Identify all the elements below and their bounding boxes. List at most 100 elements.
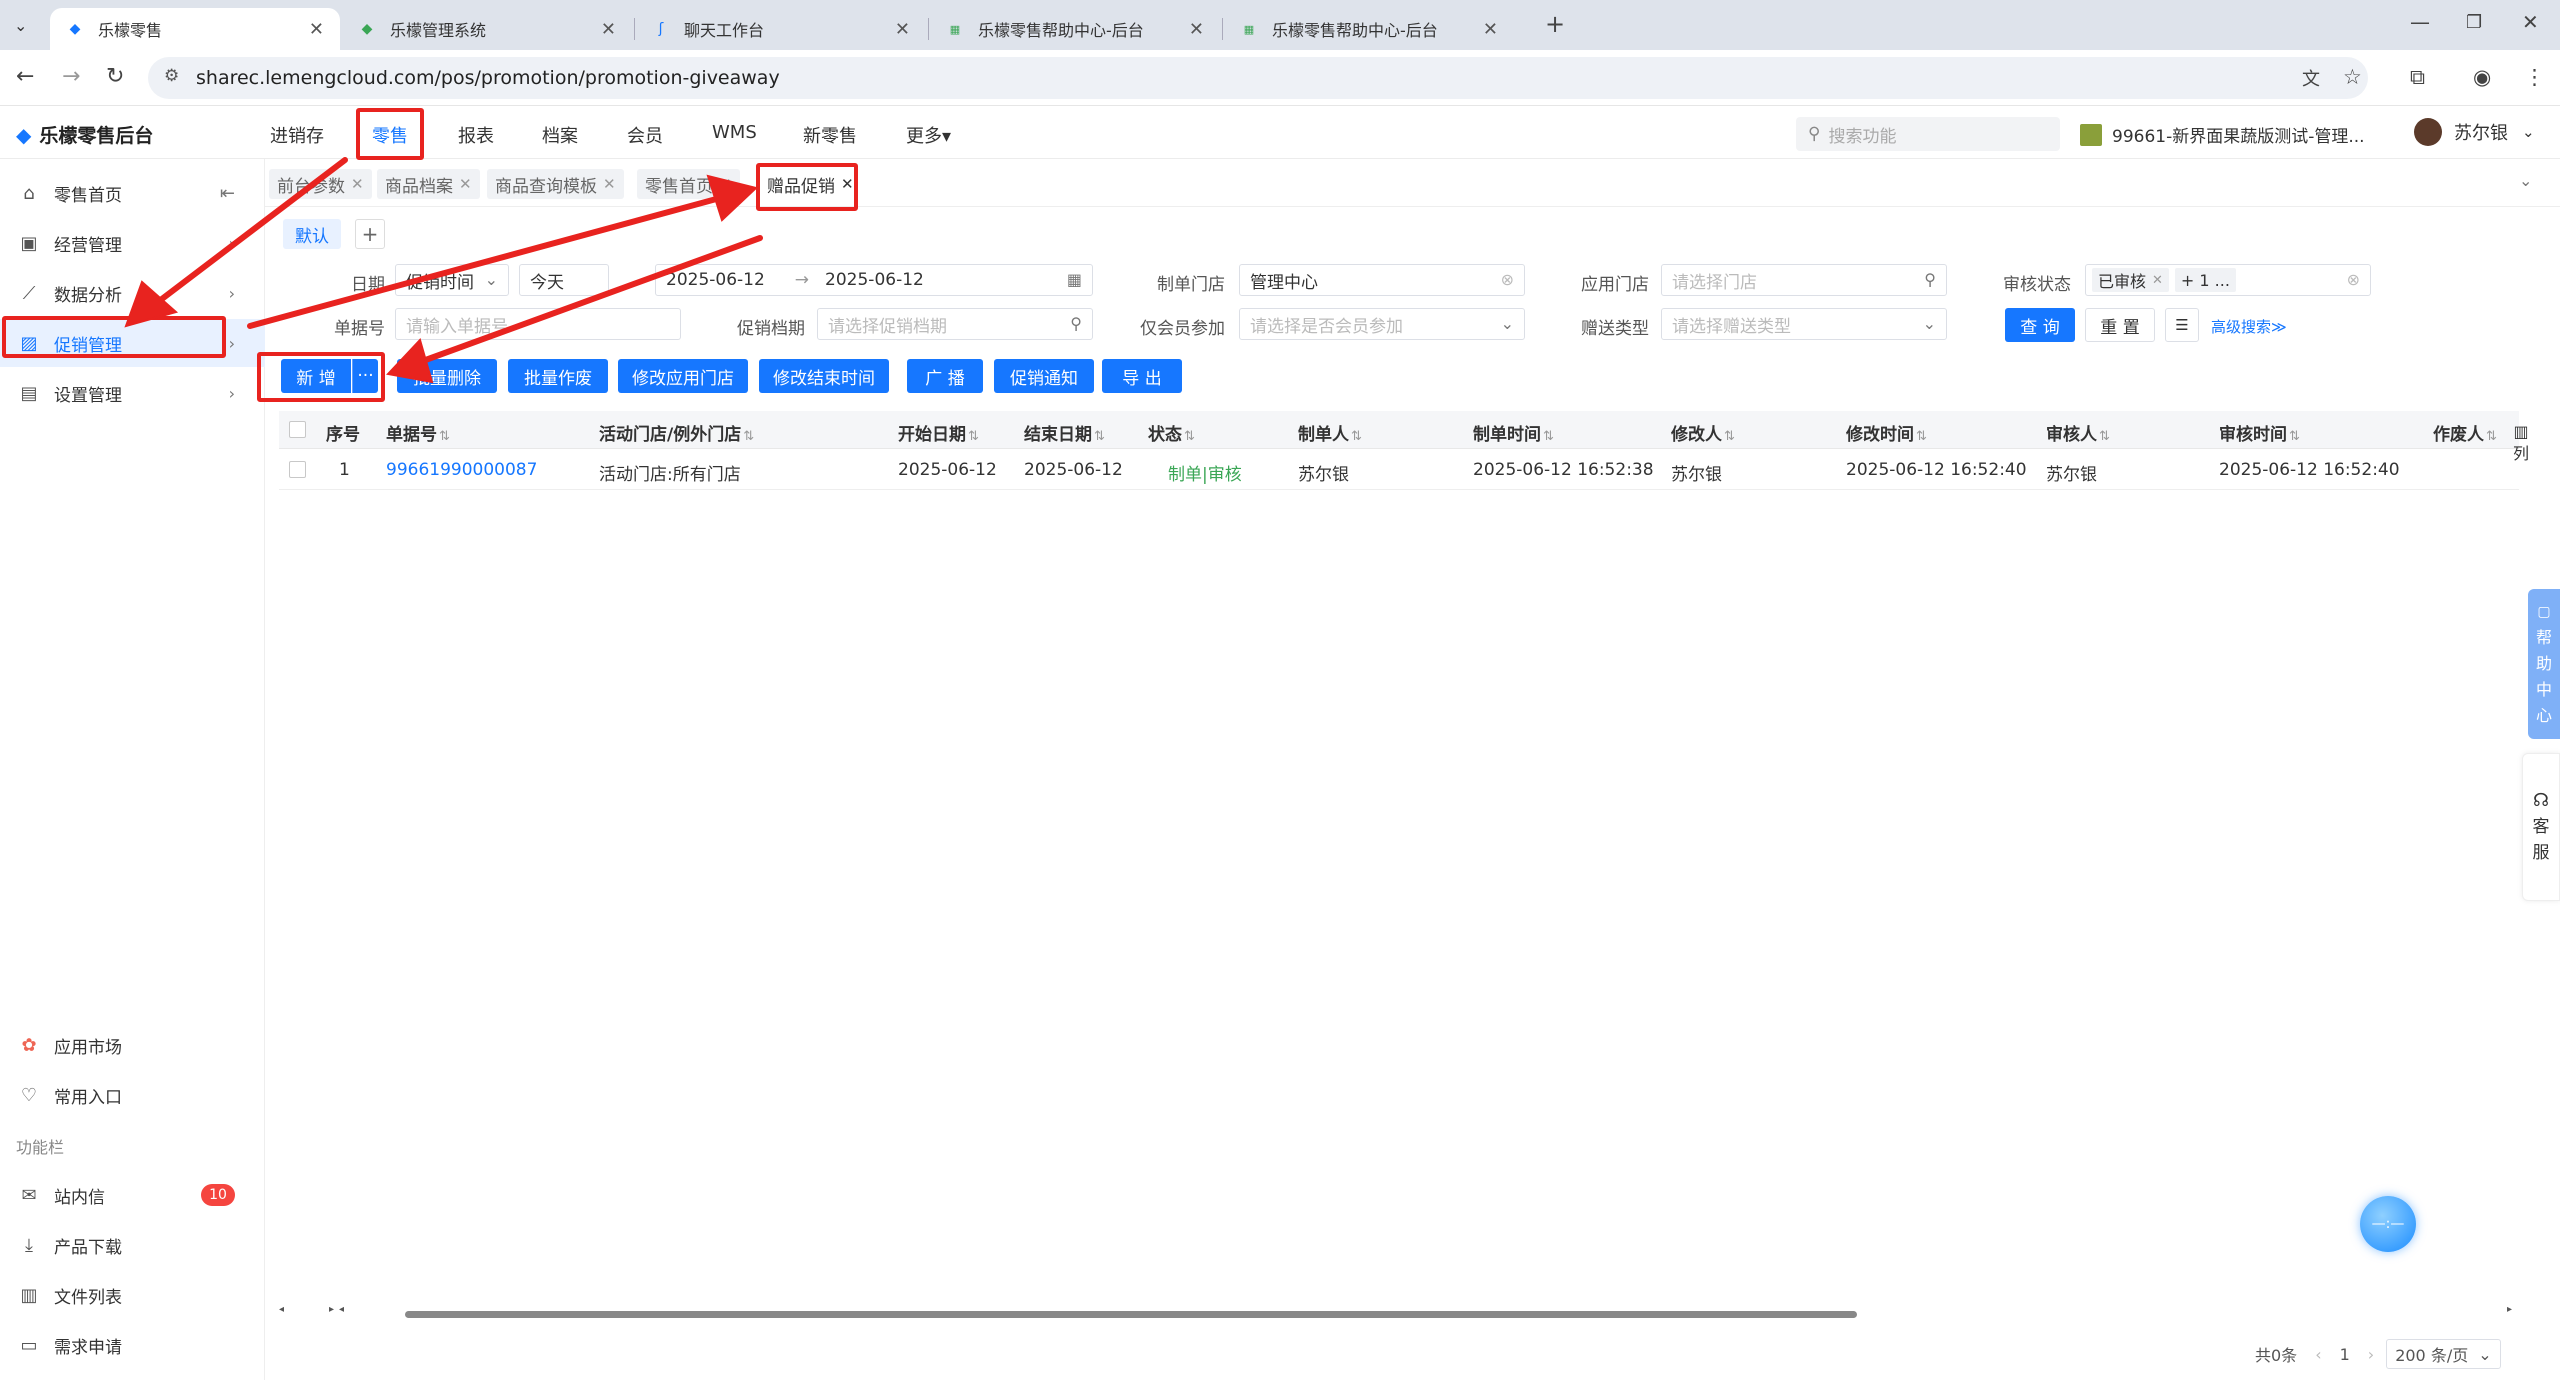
col-end-date[interactable]: 结束日期 ⇅ (1024, 420, 1105, 445)
sidebar-item-request[interactable]: ▭ 需求申请 (0, 1321, 265, 1369)
add-view-button[interactable]: + (355, 219, 385, 249)
page-tab-retail-home[interactable]: 零售首页 ✕ (637, 169, 740, 199)
view-default-tab[interactable]: 默认 (283, 219, 341, 249)
page-size-select[interactable]: 200 条/页 ⌄ (2386, 1339, 2501, 1369)
col-bill-no[interactable]: 单据号 ⇅ (386, 420, 450, 445)
close-tab-icon[interactable]: ✕ (895, 19, 910, 40)
user-menu[interactable]: 苏尔银 ⌄ (2414, 118, 2535, 146)
query-button[interactable]: 查 询 (2005, 308, 2075, 342)
sidebar-item-analysis[interactable]: ⟋ 数据分析 › (0, 269, 265, 317)
col-audit-time[interactable]: 审核时间 ⇅ (2219, 420, 2300, 445)
tab-list-chevron-icon[interactable]: ⌄ (14, 16, 27, 35)
nav-archive[interactable]: 档案 (542, 122, 578, 148)
horizontal-scrollbar[interactable]: ◂ ▸ ◂ ▸ (279, 1304, 2519, 1321)
col-store[interactable]: 活动门店/例外门店 ⇅ (599, 420, 754, 445)
store-selector[interactable]: 99661-新界面果蔬版测试-管理... (2080, 122, 2365, 147)
clear-icon[interactable]: ⊗ (2347, 270, 2360, 289)
browser-tab-2[interactable]: ʃ 聊天工作台 ✕ (636, 8, 926, 50)
close-icon[interactable]: ✕ (603, 175, 616, 193)
assistant-bubble[interactable]: —:— (2360, 1196, 2416, 1252)
back-icon[interactable]: ← (16, 64, 34, 89)
nav-jinxiaocun[interactable]: 进销存 (270, 122, 324, 148)
next-page-icon[interactable]: › (2368, 1345, 2374, 1364)
prev-page-icon[interactable]: ‹ (2315, 1345, 2321, 1364)
new-tab-icon[interactable]: + (1545, 10, 1565, 38)
reload-icon[interactable]: ↻ (106, 64, 124, 89)
collapse-sidebar-icon[interactable]: ⇤ (220, 183, 235, 204)
minimize-icon[interactable]: — (2410, 10, 2430, 34)
close-icon[interactable]: ✕ (351, 175, 364, 193)
date-range-picker[interactable]: 2025-06-12 → 2025-06-12 ▦ (655, 264, 1093, 296)
clear-icon[interactable]: ⊗ (1501, 270, 1514, 289)
sidebar-item-settings[interactable]: ▤ 设置管理 › (0, 369, 265, 417)
bookmark-star-icon[interactable]: ☆ (2343, 65, 2362, 89)
browser-tab-4[interactable]: ▦ 乐檬零售帮助中心-后台 ✕ (1224, 8, 1514, 50)
forward-icon[interactable]: → (62, 64, 80, 89)
edit-end-time-button[interactable]: 修改结束时间 (759, 359, 889, 393)
nav-more[interactable]: 更多▾ (906, 122, 951, 148)
bill-no-input[interactable]: 请输入单据号 (395, 308, 681, 340)
nav-new-retail[interactable]: 新零售 (803, 122, 857, 148)
function-search-input[interactable]: ⚲ 搜索功能 (1796, 117, 2060, 151)
url-field[interactable]: ⚙ sharec.lemengcloud.com/pos/promotion/p… (148, 57, 2368, 99)
filter-settings-icon[interactable]: ☰ (2165, 308, 2199, 342)
promo-notify-button[interactable]: 促销通知 (994, 359, 1094, 393)
sidebar-item-file-list[interactable]: ▥ 文件列表 (0, 1271, 265, 1319)
sidebar-item-app-market[interactable]: ✿ 应用市场 (0, 1021, 265, 1069)
scroll-left-icon[interactable]: ◂ (339, 1304, 344, 1315)
broadcast-button[interactable]: 广 播 (907, 359, 983, 393)
promo-period-select[interactable]: 请选择促销档期 ⚲ (817, 308, 1093, 340)
extensions-icon[interactable]: ⧉ (2410, 65, 2425, 90)
close-icon[interactable]: ✕ (459, 175, 472, 193)
profile-icon[interactable]: ◉ (2473, 65, 2491, 89)
sidebar-item-download[interactable]: ⤓ 产品下载 (0, 1221, 265, 1269)
help-center-float[interactable]: ▢ 帮 助 中 心 (2528, 589, 2560, 739)
date-type-select[interactable]: 促销时间 ⌄ (395, 264, 509, 296)
browser-menu-icon[interactable]: ⋮ (2524, 65, 2545, 89)
date-quick-select[interactable]: 今天 (519, 264, 609, 296)
col-voider[interactable]: 作废人 ⇅ (2433, 420, 2497, 445)
sidebar-item-retail-home[interactable]: ⌂ 零售首页 ⇤ (0, 169, 265, 217)
col-modify-time[interactable]: 修改时间 ⇅ (1846, 420, 1927, 445)
sidebar-item-favorites[interactable]: ♡ 常用入口 (0, 1071, 265, 1119)
page-tab-front-params[interactable]: 前台参数 ✕ (269, 169, 372, 199)
cell-bill-no-link[interactable]: 99661990000087 (386, 460, 537, 480)
col-start-date[interactable]: 开始日期 ⇅ (898, 420, 979, 445)
close-tab-icon[interactable]: ✕ (1189, 19, 1204, 40)
row-checkbox[interactable] (289, 461, 306, 478)
col-maker[interactable]: 制单人 ⇅ (1298, 420, 1362, 445)
browser-tab-0[interactable]: ◆ 乐檬零售 ✕ (50, 8, 340, 50)
gift-type-select[interactable]: 请选择赠送类型 ⌄ (1661, 308, 1947, 340)
scrollbar-thumb[interactable] (405, 1311, 1857, 1318)
maker-store-select[interactable]: 管理中心 ⊗ (1239, 264, 1525, 296)
translate-icon[interactable]: 文 (2302, 65, 2320, 91)
scroll-right-icon[interactable]: ▸ (2507, 1304, 2512, 1315)
site-info-icon[interactable]: ⚙ (164, 66, 179, 86)
close-tab-icon[interactable]: ✕ (601, 19, 616, 40)
browser-tab-1[interactable]: ◆ 乐檬管理系统 ✕ (342, 8, 632, 50)
sidebar-item-messages[interactable]: ✉ 站内信 10 (0, 1171, 265, 1219)
remove-tag-icon[interactable]: ✕ (2152, 273, 2163, 288)
app-logo[interactable]: ◆ 乐檬零售后台 (16, 121, 153, 148)
close-tab-icon[interactable]: ✕ (309, 19, 324, 40)
audit-status-select[interactable]: 已审核 ✕ + 1 ... ⊗ (2085, 264, 2371, 296)
customer-service-float[interactable]: ☊ 客 服 (2522, 753, 2560, 901)
restore-icon[interactable]: ❐ (2466, 12, 2482, 33)
page-tab-product-archive[interactable]: 商品档案 ✕ (377, 169, 480, 199)
table-row[interactable]: 1 99661990000087 活动门店:所有门店 2025-06-12 20… (279, 450, 2519, 490)
select-all-checkbox[interactable] (289, 421, 306, 438)
scroll-left-icon[interactable]: ◂ (279, 1304, 284, 1315)
advanced-search-link[interactable]: 高级搜索≫ (2211, 316, 2287, 337)
sidebar-item-operations[interactable]: ▣ 经营管理 › (0, 219, 265, 267)
tabs-dropdown-icon[interactable]: ⌄ (2519, 171, 2532, 190)
col-status[interactable]: 状态 ⇅ (1148, 420, 1195, 445)
close-window-icon[interactable]: ✕ (2522, 10, 2539, 34)
nav-wms[interactable]: WMS (712, 122, 757, 143)
edit-apply-store-button[interactable]: 修改应用门店 (618, 359, 748, 393)
batch-delete-button[interactable]: 批量删除 (397, 359, 497, 393)
nav-report[interactable]: 报表 (458, 122, 494, 148)
nav-member[interactable]: 会员 (627, 122, 663, 148)
member-only-select[interactable]: 请选择是否会员参加 ⌄ (1239, 308, 1525, 340)
reset-button[interactable]: 重 置 (2085, 308, 2155, 342)
apply-store-select[interactable]: 请选择门店 ⚲ (1661, 264, 1947, 296)
